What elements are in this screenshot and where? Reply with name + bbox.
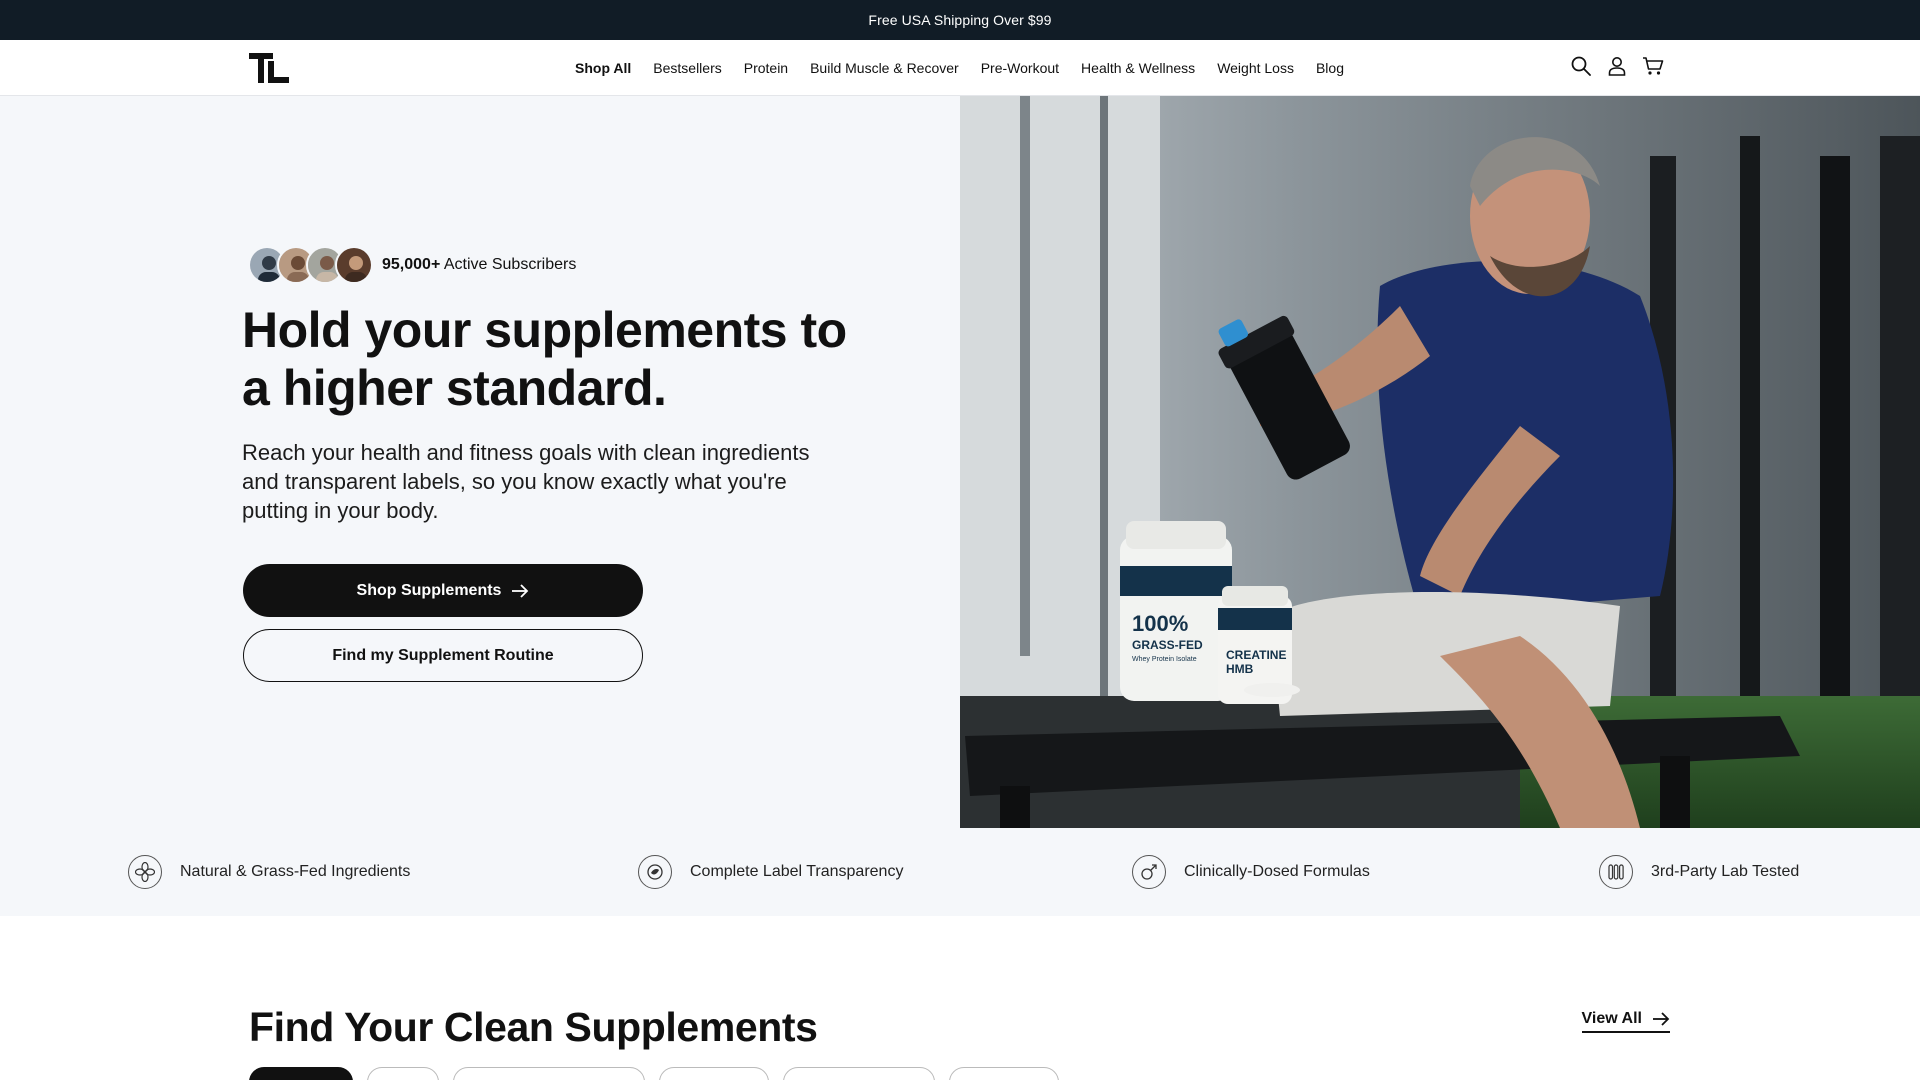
find-supplements-section: Find Your Clean Supplements View All [0, 916, 1920, 1080]
view-all-label: View All [1581, 1010, 1642, 1027]
view-all-link[interactable]: View All [1581, 1010, 1670, 1033]
dosage-icon [1132, 855, 1166, 889]
nav-blog[interactable]: Blog [1316, 60, 1344, 76]
section-title: Find Your Clean Supplements [249, 1004, 818, 1050]
filter-pill[interactable] [249, 1067, 353, 1080]
hero-title: Hold your supplements to a higher standa… [242, 302, 847, 416]
whey-headline-1: 100% [1132, 611, 1188, 636]
filter-pill[interactable] [949, 1067, 1059, 1080]
nav-build-muscle[interactable]: Build Muscle & Recover [810, 60, 959, 76]
filter-pill[interactable] [659, 1067, 769, 1080]
label-icon [638, 855, 672, 889]
subscriber-number: 95,000+ [382, 256, 441, 273]
hero-photo-gym: 100% GRASS-FED Whey Protein Isolate CREA… [960, 96, 1920, 828]
feature-label: Clinically-Dosed Formulas [1184, 863, 1370, 880]
avatar [335, 246, 373, 284]
shop-supplements-label: Shop Supplements [356, 581, 502, 599]
whey-headline-2: GRASS-FED [1132, 638, 1203, 652]
feature-natural: Natural & Grass-Fed Ingredients [128, 828, 410, 916]
subscriber-proof: 95,000+ Active Subscribers [248, 246, 576, 284]
header-actions [1570, 54, 1664, 78]
whey-subline: Whey Protein Isolate [1132, 656, 1197, 663]
filter-pill[interactable] [453, 1067, 645, 1080]
filter-pill[interactable] [783, 1067, 935, 1080]
find-routine-label: Find my Supplement Routine [332, 646, 554, 664]
hero-image: 100% GRASS-FED Whey Protein Isolate CREA… [960, 96, 1920, 828]
feature-clinical: Clinically-Dosed Formulas [1132, 828, 1370, 916]
nav-pre-workout[interactable]: Pre-Workout [981, 60, 1059, 76]
test-tubes-icon [1599, 855, 1633, 889]
arrow-right-icon [1652, 1012, 1670, 1026]
hero-subtitle: Reach your health and fitness goals with… [242, 440, 810, 523]
arrow-right-icon [511, 583, 529, 598]
avatar-group [248, 246, 373, 284]
subscriber-label: Active Subscribers [443, 256, 577, 273]
nav-bestsellers[interactable]: Bestsellers [653, 60, 721, 76]
search-icon[interactable] [1570, 54, 1592, 78]
feature-label: Natural & Grass-Fed Ingredients [180, 863, 411, 880]
features-row: Natural & Grass-Fed Ingredients Complete… [0, 828, 1920, 916]
leaf-flower-icon [128, 855, 162, 889]
announcement-text: Free USA Shipping Over $99 [868, 12, 1052, 28]
whey-protein-tub: 100% GRASS-FED Whey Protein Isolate [1120, 521, 1232, 701]
creatine-headline-2: HMB [1226, 662, 1254, 676]
nav-shop-all[interactable]: Shop All [575, 60, 631, 76]
filter-pill[interactable] [367, 1067, 439, 1080]
announcement-bar: Free USA Shipping Over $99 [0, 0, 1920, 40]
category-filter-pills [249, 1067, 1059, 1080]
feature-lab-tested: 3rd-Party Lab Tested [1599, 828, 1799, 916]
feature-transparency: Complete Label Transparency [638, 828, 903, 916]
creatine-headline-1: CREATINE [1226, 648, 1286, 662]
main-nav: Shop All Bestsellers Protein Build Muscl… [575, 40, 1366, 96]
nav-protein[interactable]: Protein [744, 60, 788, 76]
site-header: Shop All Bestsellers Protein Build Muscl… [0, 40, 1920, 96]
nav-weight-loss[interactable]: Weight Loss [1217, 60, 1294, 76]
feature-label: Complete Label Transparency [690, 863, 904, 880]
account-icon[interactable] [1606, 54, 1628, 78]
feature-label: 3rd-Party Lab Tested [1651, 863, 1800, 880]
hero-content: 95,000+ Active Subscribers Hold your sup… [0, 96, 960, 828]
nav-health-wellness[interactable]: Health & Wellness [1081, 60, 1195, 76]
subscriber-count: 95,000+ Active Subscribers [382, 256, 576, 274]
find-routine-button[interactable]: Find my Supplement Routine [243, 629, 643, 682]
shop-supplements-button[interactable]: Shop Supplements [243, 564, 643, 617]
brand-logo[interactable] [249, 53, 289, 83]
cart-icon[interactable] [1642, 54, 1664, 78]
hero-section: 95,000+ Active Subscribers Hold your sup… [0, 96, 1920, 828]
